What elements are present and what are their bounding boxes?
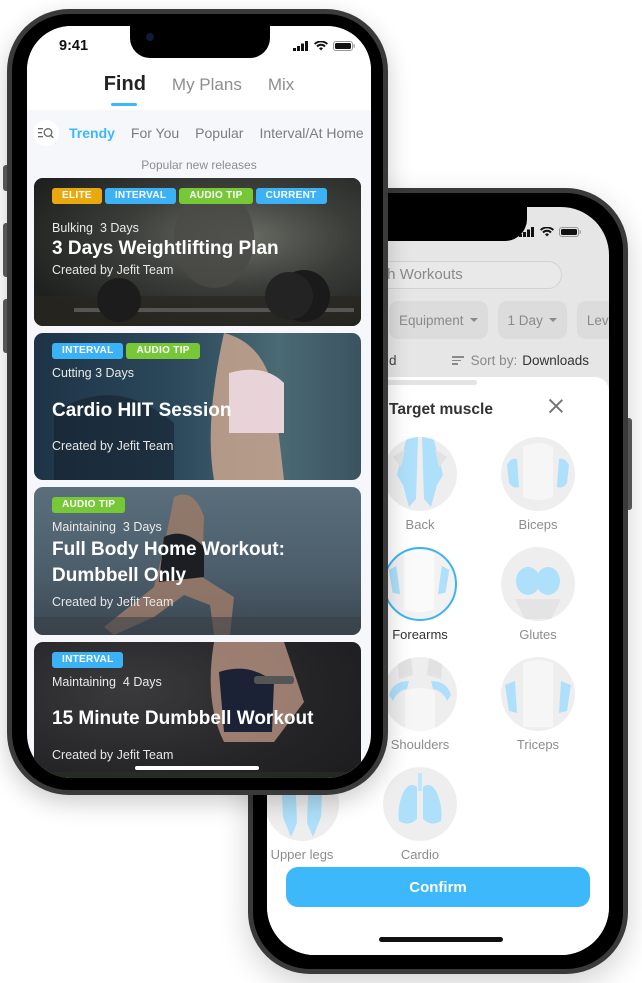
close-icon[interactable] xyxy=(547,397,565,415)
muscle-option-forearms[interactable]: Forearms xyxy=(375,547,465,642)
tag-interval: INTERVAL xyxy=(104,188,177,204)
section-label: Popular new releases xyxy=(141,158,257,172)
battery-icon xyxy=(333,41,355,51)
chevron-down-icon xyxy=(548,318,557,322)
subtab-popular[interactable]: Popular xyxy=(195,125,243,141)
front-phone-bezel: 9:41 Find My Plans Mix Trendy For You Po… xyxy=(12,14,383,790)
plan-creator: Created by Jefit Team xyxy=(52,595,174,609)
tag-audio-tip: AUDIO TIP xyxy=(126,343,200,359)
volume-down-button xyxy=(3,299,7,353)
plan-card[interactable]: INTERVAL Maintaining 4 Days 15 Minute Du… xyxy=(34,642,361,778)
sort-control[interactable]: Sort by: Downloads xyxy=(451,353,589,368)
home-indicator xyxy=(135,766,259,770)
filter-search-icon xyxy=(38,128,54,139)
status-bar-icons xyxy=(293,41,355,51)
result-count-label: d xyxy=(389,353,397,368)
tab-mix[interactable]: Mix xyxy=(268,75,294,96)
plan-title: Full Body Home Workout: Dumbbell Only xyxy=(52,539,285,586)
plan-meta: Bulking 3 Days xyxy=(52,221,139,235)
shoulders-muscle-icon xyxy=(383,657,457,731)
battery-icon xyxy=(559,227,581,237)
muscle-option-glutes[interactable]: Glutes xyxy=(493,547,583,642)
tag-list: AUDIO TIP xyxy=(52,497,126,513)
signal-icon xyxy=(293,41,308,51)
header: 9:41 Find My Plans Mix xyxy=(27,26,371,110)
back-muscle-icon xyxy=(383,437,457,511)
front-phone-frame: 9:41 Find My Plans Mix Trendy For You Po… xyxy=(3,9,388,795)
notch xyxy=(130,26,270,58)
mute-switch xyxy=(3,165,7,191)
tab-find[interactable]: Find xyxy=(104,73,146,106)
tag-audio-tip: AUDIO TIP xyxy=(179,188,253,204)
front-phone-screen: 9:41 Find My Plans Mix Trendy For You Po… xyxy=(27,26,371,778)
plan-creator: Created by Jefit Team xyxy=(52,439,174,453)
filter-chip-days[interactable]: 1 Day xyxy=(497,301,567,339)
muscle-option-back[interactable]: Back xyxy=(375,437,465,532)
tag-list: ELITE INTERVAL AUDIO TIP CURRENT xyxy=(52,188,327,204)
filter-chip-equipment[interactable]: Equipment xyxy=(389,301,488,339)
muscle-option-shoulders[interactable]: Shoulders xyxy=(375,657,465,752)
plan-meta: Maintaining 3 Days xyxy=(52,520,162,534)
subtab-trendy[interactable]: Trendy xyxy=(69,125,115,141)
sheet-title: Target muscle xyxy=(389,401,493,418)
cardio-lungs-icon xyxy=(383,767,457,841)
top-tab-bar: Find My Plans Mix xyxy=(27,73,371,106)
chevron-down-icon xyxy=(469,318,478,322)
tab-my-plans[interactable]: My Plans xyxy=(172,75,242,96)
status-time: 9:41 xyxy=(59,38,89,54)
home-indicator xyxy=(379,937,503,942)
tag-current: CURRENT xyxy=(255,188,327,204)
wifi-icon xyxy=(540,227,554,237)
wifi-icon xyxy=(314,41,328,51)
tag-list: INTERVAL xyxy=(52,652,124,668)
subtab-for-you[interactable]: For You xyxy=(131,125,179,141)
plan-meta: Maintaining 4 Days xyxy=(52,675,162,689)
muscle-option-biceps[interactable]: Biceps xyxy=(493,437,583,532)
tag-interval: INTERVAL xyxy=(52,343,124,359)
triceps-muscle-icon xyxy=(501,657,575,731)
plan-card[interactable]: AUDIO TIP Maintaining 3 Days Full Body H… xyxy=(34,487,361,635)
plan-meta: Cutting 3 Days xyxy=(52,366,134,380)
muscle-option-triceps[interactable]: Triceps xyxy=(493,657,583,752)
tag-audio-tip: AUDIO TIP xyxy=(52,497,126,513)
biceps-muscle-icon xyxy=(501,437,575,511)
plan-title: 3 Days Weightlifting Plan xyxy=(52,238,279,259)
signal-icon xyxy=(519,227,534,237)
side-button xyxy=(628,418,632,510)
category-tab-bar: Trendy For You Popular Interval/At Home xyxy=(33,120,364,146)
filter-search-button[interactable] xyxy=(33,120,59,146)
tag-interval: INTERVAL xyxy=(52,652,124,668)
plan-card[interactable]: INTERVAL AUDIO TIP Cutting 3 Days Cardio… xyxy=(34,333,361,480)
plan-title: 15 Minute Dumbbell Workout xyxy=(52,708,314,729)
muscle-option-cardio[interactable]: Cardio xyxy=(375,767,465,862)
plan-title: Cardio HIIT Session xyxy=(52,400,232,421)
glutes-muscle-icon xyxy=(501,547,575,621)
tag-list: INTERVAL AUDIO TIP xyxy=(52,343,200,359)
confirm-button[interactable]: Confirm xyxy=(286,867,590,907)
camera xyxy=(146,33,154,41)
sort-icon xyxy=(451,356,464,365)
plan-creator: Created by Jefit Team xyxy=(52,748,174,762)
tag-elite: ELITE xyxy=(52,188,102,204)
status-bar-icons xyxy=(519,227,581,237)
volume-up-button xyxy=(3,223,7,277)
subtab-interval-at-home[interactable]: Interval/At Home xyxy=(259,125,363,141)
plan-creator: Created by Jefit Team xyxy=(52,263,174,277)
filter-chip-level[interactable]: Lev xyxy=(576,301,609,339)
forearms-muscle-icon xyxy=(383,547,457,621)
plan-card[interactable]: ELITE INTERVAL AUDIO TIP CURRENT Bulking… xyxy=(34,178,361,326)
